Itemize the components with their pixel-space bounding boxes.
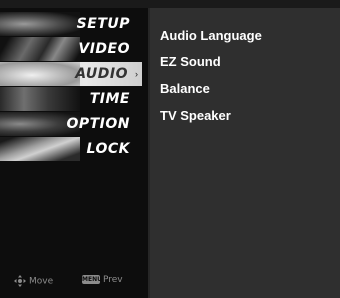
menu-item-label: AUDIO xyxy=(75,66,128,82)
menu-item-label: LOCK xyxy=(86,141,130,157)
menu-item-video[interactable]: VIDEO xyxy=(0,37,142,61)
chevron-right-icon: › xyxy=(135,69,138,79)
move-icon xyxy=(14,275,26,287)
setup-icon xyxy=(0,12,80,36)
time-icon xyxy=(0,87,80,111)
submenu-item-balance[interactable]: Balance xyxy=(160,79,210,99)
menu-item-label: OPTION xyxy=(66,116,130,132)
move-label: Move xyxy=(29,276,54,287)
menu-key-icon: MENU xyxy=(82,275,102,284)
menu-item-option[interactable]: OPTION xyxy=(0,112,142,136)
prev-label: Prev xyxy=(103,275,123,285)
menu-item-label: SETUP xyxy=(76,16,130,32)
menu-item-time[interactable]: TIME xyxy=(0,87,142,111)
menu-item-audio[interactable]: AUDIO › xyxy=(0,62,142,86)
menu-item-lock[interactable]: LOCK xyxy=(0,137,142,161)
lock-icon xyxy=(0,137,80,161)
move-hint: Move xyxy=(14,275,53,287)
submenu-item-ez-sound[interactable]: EZ Sound xyxy=(160,52,221,72)
top-bar xyxy=(0,0,340,8)
tv-osd-screen: SETUP VIDEO AUDIO › TIME OPTION LOCK Mov… xyxy=(0,0,340,298)
menu-item-setup[interactable]: SETUP xyxy=(0,12,142,36)
audio-icon xyxy=(0,62,80,86)
footer-hints: Move MENUPrev xyxy=(0,272,142,292)
video-icon xyxy=(0,37,80,61)
prev-hint: MENUPrev xyxy=(82,275,123,285)
main-menu: SETUP VIDEO AUDIO › TIME OPTION LOCK Mov… xyxy=(0,8,150,298)
submenu-panel: Audio Language EZ Sound Balance TV Speak… xyxy=(150,8,340,298)
submenu-item-tv-speaker[interactable]: TV Speaker xyxy=(160,106,231,126)
menu-item-label: VIDEO xyxy=(78,41,130,57)
menu-item-label: TIME xyxy=(89,91,130,107)
submenu-item-audio-language[interactable]: Audio Language xyxy=(160,26,262,46)
